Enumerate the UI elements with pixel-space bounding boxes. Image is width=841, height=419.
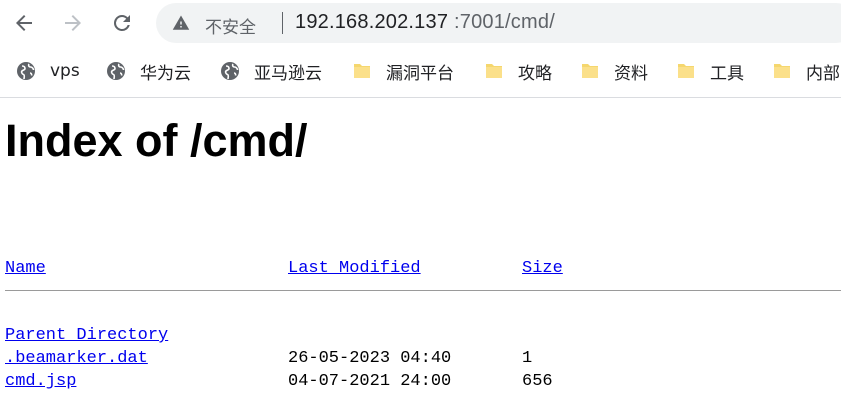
bookmark-label: 亚马逊云 (254, 63, 322, 84)
folder-icon (582, 64, 598, 78)
bookmark-huawei-cloud[interactable]: 华为云 (106, 58, 191, 84)
reload-icon (114, 14, 130, 31)
bookmark-label: 攻略 (518, 63, 552, 84)
chrome-divider (0, 97, 841, 98)
folder-icon (354, 64, 370, 78)
bookmark-label: 内部 (806, 63, 840, 84)
arrow-left-icon (16, 15, 32, 31)
bookmark-label: 华为云 (140, 63, 191, 84)
bookmark-folder-tools[interactable]: 工具 (676, 58, 744, 84)
address-bar[interactable]: 不安全 192.168.202.137 :7001/cmd/ (156, 3, 841, 43)
browser-toolbar: 不安全 192.168.202.137 :7001/cmd/ (0, 0, 841, 46)
parent-directory-link[interactable]: Parent Directory (5, 326, 168, 345)
bookmark-aws[interactable]: 亚马逊云 (220, 58, 322, 84)
column-header-name[interactable]: Name (5, 259, 46, 278)
globe-icon (107, 62, 125, 80)
page-title: Index of /cmd/ (5, 115, 308, 166)
url-path[interactable]: :7001/cmd/ (454, 11, 555, 34)
folder-icon (774, 64, 790, 78)
url-host[interactable]: 192.168.202.137 (295, 11, 448, 34)
forward-button[interactable] (57, 7, 89, 39)
file-link[interactable]: .beamarker.dat (5, 349, 148, 368)
bookmarks-bar: vps 华为云 亚马逊云 漏洞平台 攻略 资料 工具 内部 (0, 50, 841, 94)
bookmark-label: 资料 (614, 63, 648, 84)
address-separator (282, 12, 283, 34)
header-divider (5, 290, 841, 291)
column-header-last-modified[interactable]: Last Modified (288, 259, 421, 278)
bookmark-folder-docs[interactable]: 资料 (580, 58, 648, 84)
bookmark-vps[interactable]: vps (16, 58, 80, 84)
bookmark-label: 漏洞平台 (386, 63, 454, 84)
bookmark-folder-guide[interactable]: 攻略 (484, 58, 552, 84)
bookmark-label: vps (50, 61, 80, 81)
warning-icon[interactable] (172, 14, 190, 32)
file-modified: 26-05-2023 04:40 (288, 349, 452, 368)
folder-icon (486, 64, 502, 78)
bookmark-folder-vuln[interactable]: 漏洞平台 (352, 58, 454, 84)
globe-icon (17, 62, 35, 80)
bookmark-label: 工具 (710, 63, 744, 84)
file-link[interactable]: cmd.jsp (5, 372, 76, 391)
file-modified: 04-07-2021 24:00 (288, 372, 452, 391)
bookmark-folder-internal[interactable]: 内部 (772, 58, 840, 84)
globe-icon (221, 62, 239, 80)
file-size: 656 (522, 372, 553, 391)
file-size: 1 (522, 349, 533, 368)
security-label[interactable]: 不安全 (205, 13, 256, 38)
reload-button[interactable] (106, 7, 138, 39)
back-button[interactable] (8, 7, 40, 39)
folder-icon (678, 64, 694, 78)
arrow-right-icon (65, 15, 81, 31)
column-header-size[interactable]: Size (522, 259, 563, 278)
